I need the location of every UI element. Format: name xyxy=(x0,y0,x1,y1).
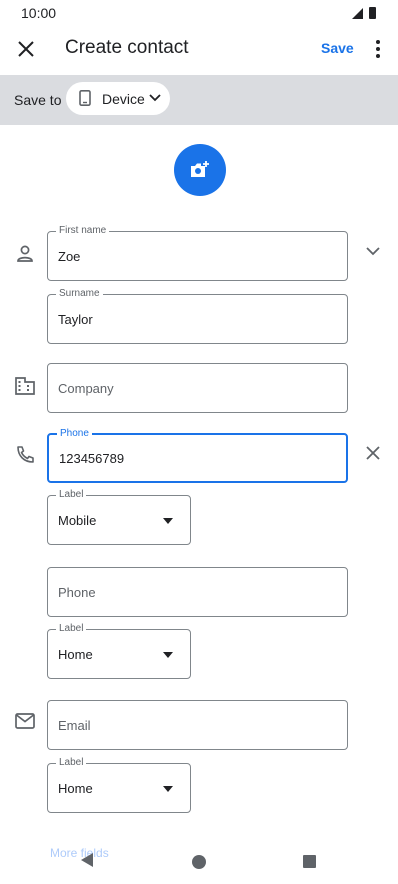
phone-icon xyxy=(79,90,91,106)
phone-value: 123456789 xyxy=(59,451,125,466)
battery-icon xyxy=(369,7,376,19)
email-type-value: Home xyxy=(58,781,93,796)
account-chip-label: Device xyxy=(102,91,145,107)
status-icons xyxy=(352,7,376,19)
expand-name-chevron-icon[interactable] xyxy=(363,241,383,261)
email-placeholder: Email xyxy=(58,718,91,733)
dropdown-arrow-icon xyxy=(163,652,173,658)
company-field[interactable]: Company xyxy=(47,363,348,413)
surname-value: Taylor xyxy=(58,312,93,327)
add-photo-button[interactable] xyxy=(174,144,226,196)
person-icon xyxy=(17,245,33,262)
first-name-label: First name xyxy=(56,224,110,238)
recents-icon[interactable] xyxy=(303,855,316,868)
phone-2-type-dropdown[interactable]: Label Home xyxy=(47,622,191,679)
first-name-field[interactable]: First name Zoe xyxy=(47,224,348,281)
business-icon xyxy=(15,377,35,395)
phone-2-type-value: Home xyxy=(58,647,93,662)
company-placeholder: Company xyxy=(58,381,114,396)
dropdown-arrow-icon xyxy=(163,518,173,524)
email-field[interactable]: Email xyxy=(47,700,348,750)
chevron-down-icon xyxy=(149,94,161,102)
home-icon[interactable] xyxy=(192,855,206,869)
back-icon[interactable] xyxy=(80,852,94,868)
email-type-label: Label xyxy=(56,756,87,770)
phone-field-2[interactable]: Phone xyxy=(47,567,348,617)
clear-phone-icon[interactable] xyxy=(363,443,383,463)
close-icon[interactable] xyxy=(14,37,38,61)
phone-2-placeholder: Phone xyxy=(58,585,96,600)
first-name-value: Zoe xyxy=(58,249,81,264)
phone-label: Phone xyxy=(57,427,92,441)
save-button[interactable]: Save xyxy=(321,40,354,56)
save-to-label: Save to xyxy=(14,92,62,108)
phone-type-value: Mobile xyxy=(58,513,97,528)
status-time: 10:00 xyxy=(21,5,57,21)
email-type-dropdown[interactable]: Label Home xyxy=(47,756,191,813)
phone-field[interactable]: Phone 123456789 xyxy=(47,427,348,483)
surname-label: Surname xyxy=(56,287,103,301)
add-photo-icon xyxy=(191,161,209,177)
more-vert-icon[interactable] xyxy=(368,37,388,61)
phone-2-type-label: Label xyxy=(56,622,87,636)
email-icon xyxy=(15,713,35,729)
phone-call-icon xyxy=(17,446,34,463)
surname-field[interactable]: Surname Taylor xyxy=(47,287,348,344)
phone-type-label: Label xyxy=(56,488,87,502)
phone-type-dropdown[interactable]: Label Mobile xyxy=(47,488,191,545)
dropdown-arrow-icon xyxy=(163,786,173,792)
signal-icon xyxy=(352,8,363,19)
page-title: Create contact xyxy=(65,37,189,58)
